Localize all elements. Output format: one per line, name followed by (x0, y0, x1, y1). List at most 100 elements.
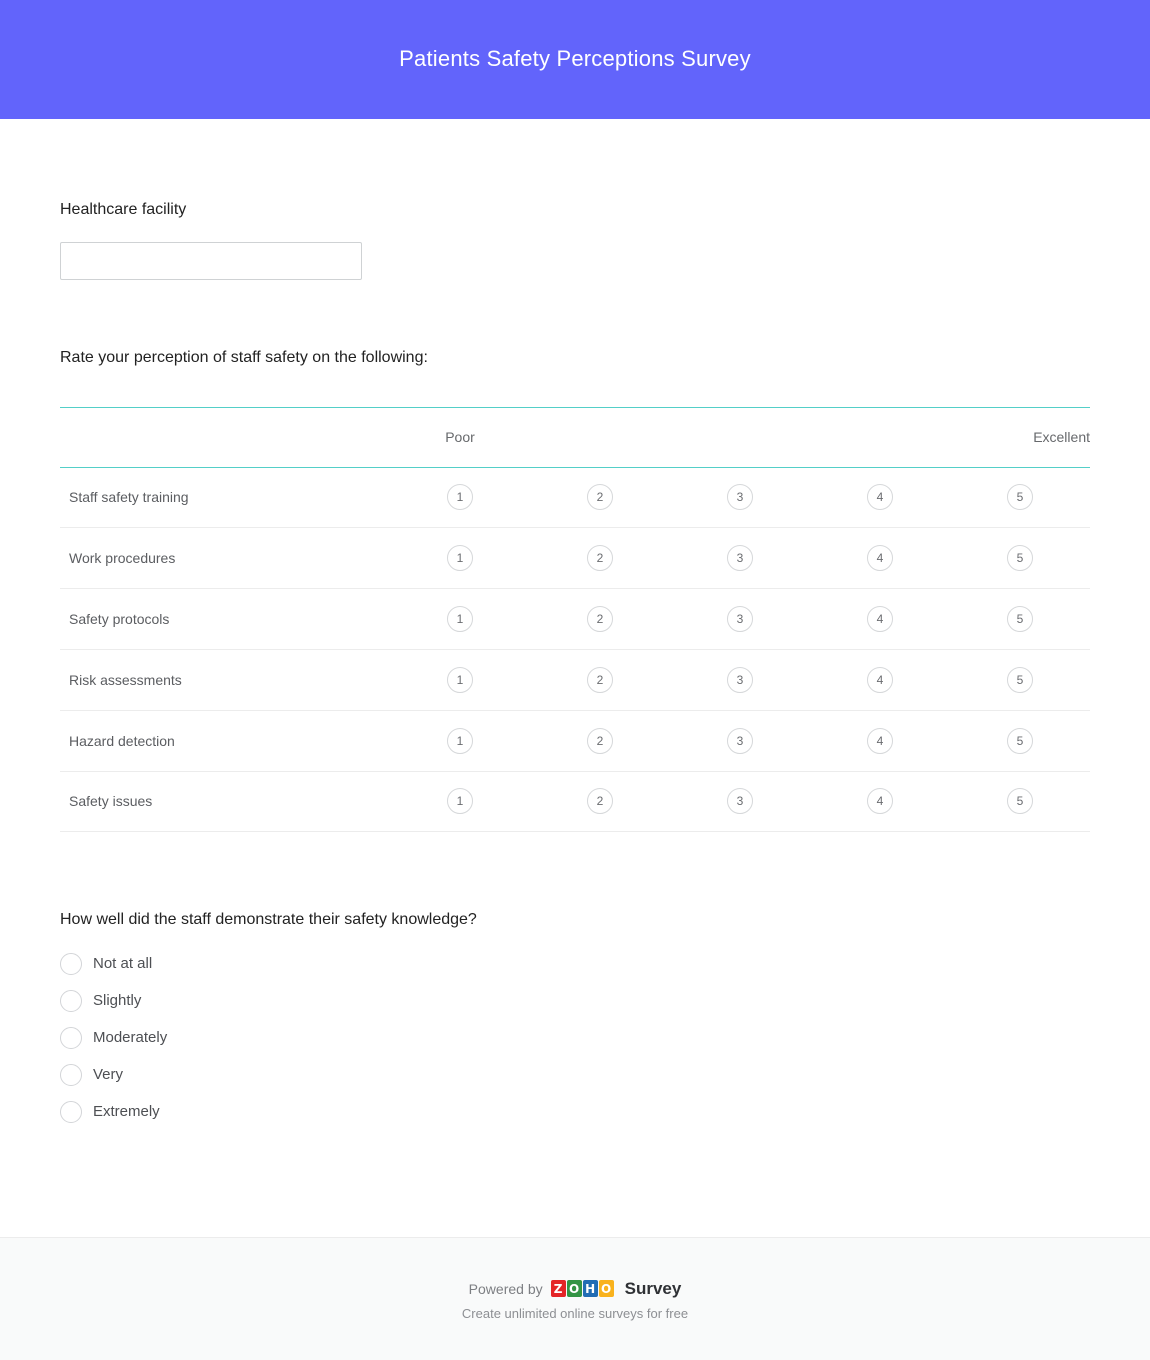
table-row: Safety issues 1 2 3 4 5 (60, 771, 1090, 833)
matrix-cell: 3 (670, 771, 810, 833)
radio-label: Not at all (93, 955, 153, 973)
rating-option-1[interactable]: 1 (447, 606, 473, 633)
matrix-row-label: Safety issues (60, 771, 390, 833)
rating-option-1[interactable]: 1 (447, 545, 473, 572)
matrix-cell: 5 (950, 527, 1090, 590)
survey-header: Patients Safety Perceptions Survey (0, 0, 1150, 119)
healthcare-facility-input[interactable] (60, 241, 362, 280)
rating-option-1[interactable]: 1 (447, 727, 473, 754)
matrix-row-label: Work procedures (60, 527, 390, 590)
matrix-header-spacer-4 (810, 406, 950, 468)
footer-tagline: Create unlimited online surveys for free (461, 1306, 689, 1321)
rating-option-4[interactable]: 4 (867, 666, 893, 693)
zoho-tile-o1: O (566, 1280, 582, 1297)
rating-option-3[interactable]: 3 (727, 788, 753, 815)
page-title: Patients Safety Perceptions Survey (399, 46, 751, 72)
question-label-safety-knowledge: How well did the staff demonstrate their… (60, 911, 477, 929)
rating-option-1[interactable]: 1 (447, 788, 473, 815)
rating-option-5[interactable]: 5 (1007, 606, 1033, 633)
rating-option-4[interactable]: 4 (867, 484, 893, 511)
matrix-cell: 1 (390, 467, 530, 529)
matrix-cell: 4 (810, 771, 950, 833)
powered-by-line: Powered by Z O H O Survey (0, 1280, 1150, 1297)
radio-circle-icon[interactable] (60, 989, 82, 1012)
matrix-cell: 5 (950, 588, 1090, 650)
rating-option-5[interactable]: 5 (1007, 727, 1033, 754)
matrix-cell: 5 (950, 649, 1090, 711)
zoho-tile-o2: O (598, 1280, 614, 1297)
rating-option-2[interactable]: 2 (587, 727, 613, 754)
safety-knowledge-options: Not at all Slightly Moderately Very Extr… (60, 945, 1090, 1130)
matrix-cell: 1 (390, 527, 530, 590)
radio-label: Very (93, 1066, 124, 1084)
rating-option-2[interactable]: 2 (587, 606, 613, 633)
matrix-row-label: Safety protocols (60, 588, 390, 650)
matrix-header-blank (60, 406, 390, 468)
rating-option-4[interactable]: 4 (867, 606, 893, 633)
zoho-logo-icon: Z O H O (550, 1280, 614, 1297)
radio-option-moderately[interactable]: Moderately (60, 1019, 1090, 1056)
rating-option-3[interactable]: 3 (727, 727, 753, 754)
matrix-cell: 3 (670, 710, 810, 772)
rating-matrix-table: Poor Excellent Staff safety training 1 2… (60, 406, 1090, 833)
question-safety-knowledge: How well did the staff demonstrate their… (60, 832, 1090, 1130)
rating-option-3[interactable]: 3 (727, 666, 753, 693)
radio-option-extremely[interactable]: Extremely (60, 1093, 1090, 1130)
survey-footer: Powered by Z O H O Survey Create unlimit… (0, 1237, 1150, 1360)
matrix-cell: 1 (390, 710, 530, 772)
radio-circle-icon[interactable] (60, 1100, 82, 1123)
matrix-cell: 1 (390, 588, 530, 650)
matrix-cell: 3 (670, 649, 810, 711)
zoho-survey-wordmark: Survey (624, 1279, 682, 1298)
matrix-row-label: Risk assessments (60, 649, 390, 711)
matrix-cell: 2 (530, 527, 670, 590)
matrix-cell: 2 (530, 710, 670, 772)
radio-option-very[interactable]: Very (60, 1056, 1090, 1093)
matrix-cell: 1 (390, 649, 530, 711)
rating-option-2[interactable]: 2 (587, 545, 613, 572)
matrix-anchor-poor: Poor (390, 406, 530, 468)
radio-circle-icon[interactable] (60, 1026, 82, 1049)
rating-option-3[interactable]: 3 (727, 484, 753, 511)
matrix-cell: 2 (530, 771, 670, 833)
matrix-cell: 4 (810, 649, 950, 711)
radio-label: Slightly (93, 992, 142, 1010)
question-staff-safety-matrix: Rate your perception of staff safety on … (60, 280, 1090, 833)
matrix-header-spacer-3 (670, 406, 810, 468)
rating-option-4[interactable]: 4 (867, 727, 893, 754)
rating-option-5[interactable]: 5 (1007, 484, 1033, 511)
matrix-cell: 3 (670, 588, 810, 650)
radio-option-not-at-all[interactable]: Not at all (60, 945, 1090, 982)
radio-label: Moderately (93, 1029, 168, 1047)
rating-option-2[interactable]: 2 (587, 788, 613, 815)
rating-option-4[interactable]: 4 (867, 788, 893, 815)
matrix-cell: 4 (810, 588, 950, 650)
radio-circle-icon[interactable] (60, 952, 82, 975)
table-row: Safety protocols 1 2 3 4 5 (60, 588, 1090, 650)
matrix-row-label: Staff safety training (60, 467, 390, 529)
matrix-cell: 2 (530, 588, 670, 650)
matrix-cell: 2 (530, 649, 670, 711)
matrix-cell: 2 (530, 467, 670, 529)
rating-option-5[interactable]: 5 (1007, 788, 1033, 815)
table-row: Hazard detection 1 2 3 4 5 (60, 710, 1090, 772)
rating-option-3[interactable]: 3 (727, 606, 753, 633)
question-label-healthcare-facility: Healthcare facility (60, 201, 187, 218)
radio-circle-icon[interactable] (60, 1063, 82, 1086)
rating-option-1[interactable]: 1 (447, 666, 473, 693)
matrix-cell: 4 (810, 710, 950, 772)
rating-option-5[interactable]: 5 (1007, 666, 1033, 693)
matrix-cell: 4 (810, 467, 950, 529)
rating-option-2[interactable]: 2 (587, 484, 613, 511)
rating-option-2[interactable]: 2 (587, 666, 613, 693)
zoho-tile-h: H (582, 1280, 598, 1297)
rating-option-1[interactable]: 1 (447, 484, 473, 511)
matrix-cell: 4 (810, 527, 950, 590)
rating-option-5[interactable]: 5 (1007, 545, 1033, 572)
zoho-tile-z: Z (550, 1280, 566, 1297)
matrix-header-row: Poor Excellent (60, 406, 1090, 468)
rating-option-3[interactable]: 3 (727, 545, 753, 572)
matrix-cell: 3 (670, 527, 810, 590)
radio-option-slightly[interactable]: Slightly (60, 982, 1090, 1019)
rating-option-4[interactable]: 4 (867, 545, 893, 572)
